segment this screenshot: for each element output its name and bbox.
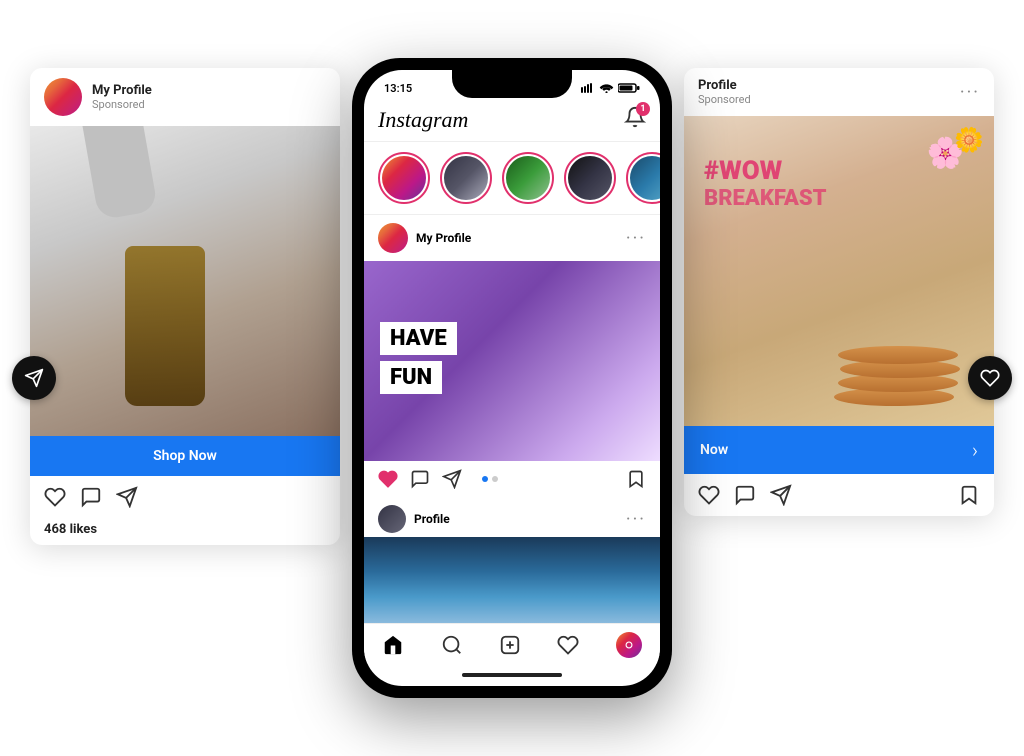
nav-search-button[interactable]: [441, 634, 463, 656]
story-5[interactable]: [626, 152, 660, 204]
avatar: [44, 78, 82, 116]
feed-heart-button[interactable]: [378, 469, 398, 489]
feed-bookmark-button[interactable]: [626, 469, 646, 489]
feed-main-image: HAVE FUN: [364, 261, 660, 461]
notification-badge: 1: [636, 102, 650, 116]
right-post-image: #WOW BREAKFAST 🌸 🌼: [684, 116, 994, 426]
wow-breakfast-overlay: #WOW BREAKFAST: [704, 156, 827, 211]
feed-post-options[interactable]: ···: [626, 228, 646, 249]
phone-home-bar: [364, 664, 660, 686]
pancake-4: [838, 346, 958, 364]
shop-now-label: Now: [700, 442, 728, 458]
right-card-header-left: Profile Sponsored: [698, 78, 751, 106]
status-icons: [581, 83, 640, 93]
person-figure: [540, 281, 640, 441]
left-card-header: My Profile Sponsored: [30, 68, 340, 126]
left-post-image: [30, 126, 340, 436]
feed-post-header: My Profile ···: [364, 215, 660, 261]
fun-text: FUN: [390, 365, 432, 390]
phone-inner: 13:15 Instagram 1: [364, 70, 660, 686]
right-card-options[interactable]: ···: [960, 82, 980, 103]
have-text: HAVE: [390, 326, 447, 351]
dot-1: [482, 476, 488, 482]
ig-logo: Instagram: [378, 107, 468, 133]
scene: My Profile Sponsored Shop Now 468 likes: [0, 0, 1024, 756]
stories-row: [364, 142, 660, 215]
profile-name: My Profile: [92, 83, 152, 98]
story-3[interactable]: [502, 152, 554, 204]
story-4[interactable]: [564, 152, 616, 204]
ig-header: Instagram 1: [364, 100, 660, 142]
right-profile-name: Profile: [698, 78, 751, 93]
right-card-header: Profile Sponsored ···: [684, 68, 994, 116]
dot-2: [492, 476, 498, 482]
home-indicator: [462, 673, 562, 677]
right-card: Profile Sponsored ··· #WOW BREAKFAST 🌸 🌼…: [684, 68, 994, 516]
likes-count: 468 likes: [30, 522, 340, 545]
feed-comment-button[interactable]: [410, 469, 430, 489]
heart-button[interactable]: [44, 486, 66, 508]
fun-text-box: FUN: [380, 361, 442, 394]
left-card-header-text: My Profile Sponsored: [92, 83, 152, 111]
nav-add-button[interactable]: [499, 634, 521, 656]
send-circle-button[interactable]: [12, 356, 56, 400]
feed-post2-header: Profile ···: [364, 501, 660, 537]
shop-now-button[interactable]: Shop Now: [30, 436, 340, 476]
feed-scroll: My Profile ··· HAVE FUN: [364, 215, 660, 623]
right-bookmark-button[interactable]: [958, 484, 980, 506]
comment-button[interactable]: [80, 486, 102, 508]
left-card: My Profile Sponsored Shop Now 468 likes: [30, 68, 340, 545]
flower-yellow: 🌼: [954, 126, 984, 154]
feed-avatar: [378, 223, 408, 253]
share-button[interactable]: [116, 486, 138, 508]
feed-post2-image: [364, 537, 660, 623]
feed-post-name: My Profile: [416, 231, 626, 245]
bottom-nav: [364, 623, 660, 664]
feed-actions: [364, 461, 660, 497]
breakfast-text: BREAKFAST: [704, 186, 827, 211]
center-phone: 13:15 Instagram 1: [352, 58, 672, 698]
right-share-button[interactable]: [770, 484, 792, 506]
heart-circle-button[interactable]: [968, 356, 1012, 400]
feed-post2-name: Profile: [414, 512, 626, 526]
feed-post2-avatar: [378, 505, 406, 533]
right-heart-button[interactable]: [698, 484, 720, 506]
feed-post2-options[interactable]: ···: [626, 509, 646, 530]
right-card-footer: [684, 474, 994, 516]
status-time: 13:15: [384, 82, 412, 95]
right-sponsored-label: Sponsored: [698, 93, 751, 106]
wow-text: #WOW: [704, 156, 827, 186]
story-1[interactable]: [378, 152, 430, 204]
story-2[interactable]: [440, 152, 492, 204]
dot-indicators: [482, 476, 498, 482]
sponsored-label: Sponsored: [92, 98, 152, 111]
ig-gradient-icon: [616, 632, 642, 658]
chevron-right-icon: ›: [972, 438, 978, 462]
right-comment-button[interactable]: [734, 484, 756, 506]
phone-notch: [452, 70, 572, 98]
left-card-footer: [30, 476, 340, 518]
have-fun-text: HAVE FUN: [380, 322, 457, 400]
nav-home-button[interactable]: [382, 634, 404, 656]
feed-share-button[interactable]: [442, 469, 462, 489]
nav-profile-button[interactable]: [616, 632, 642, 658]
have-text-box: HAVE: [380, 322, 457, 355]
right-shop-now-button[interactable]: Now ›: [684, 426, 994, 474]
feed-post-header-left: [378, 223, 408, 253]
notification-icon[interactable]: 1: [624, 106, 646, 133]
nav-heart-button[interactable]: [557, 634, 579, 656]
pancake-stack: [834, 306, 974, 406]
